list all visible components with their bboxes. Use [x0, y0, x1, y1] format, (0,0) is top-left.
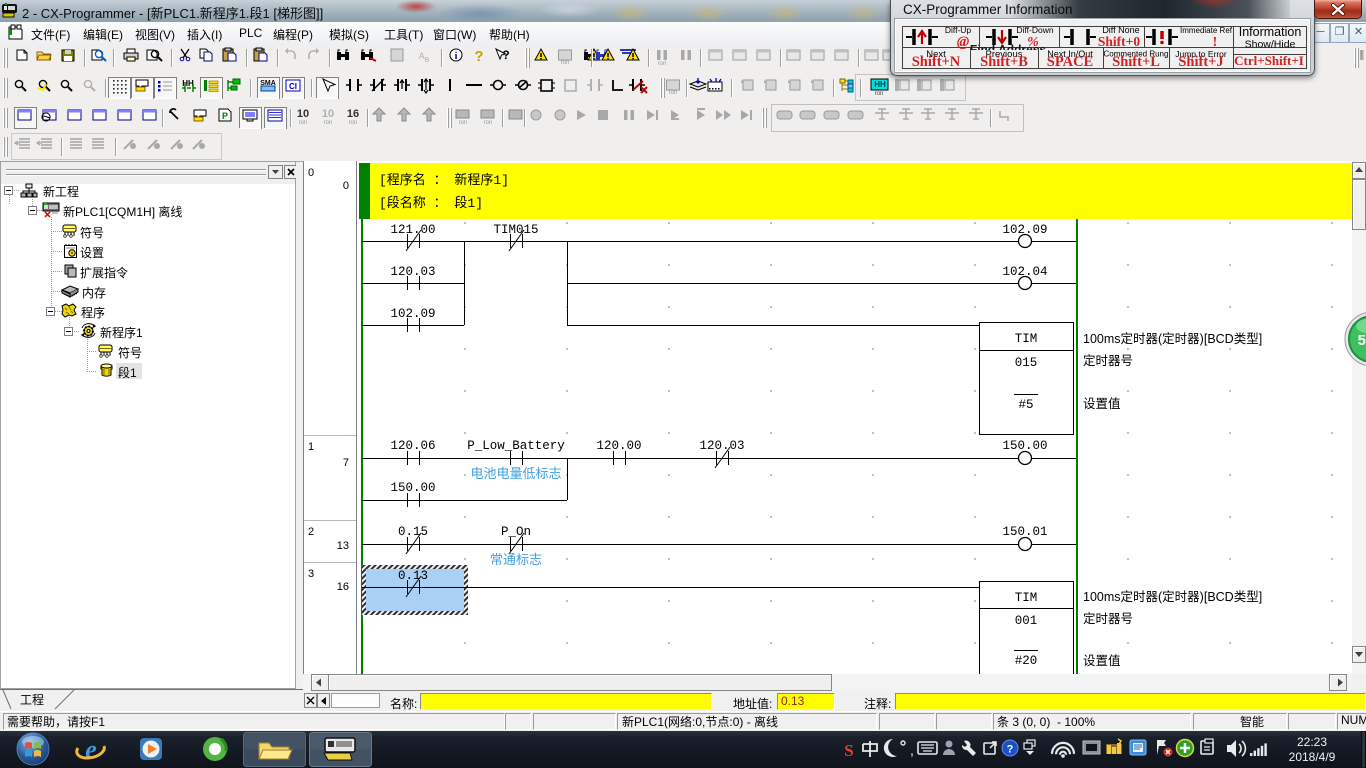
- svg-text:0: 0: [343, 180, 349, 192]
- svg-text:?: ?: [474, 48, 483, 65]
- svg-text:121.00: 121.00: [390, 223, 435, 237]
- svg-text:7: 7: [343, 457, 349, 469]
- svg-text:ron: ron: [875, 91, 884, 97]
- svg-text:Shift+J: Shift+J: [1178, 54, 1223, 70]
- svg-text:#20: #20: [1015, 654, 1038, 668]
- svg-text:ron: ron: [484, 120, 493, 126]
- svg-text:工程: 工程: [20, 692, 44, 707]
- svg-text:@: @: [957, 34, 970, 50]
- svg-text:102.09: 102.09: [390, 307, 435, 321]
- svg-text:SPACE: SPACE: [1047, 54, 1093, 70]
- svg-text:S: S: [844, 741, 853, 760]
- svg-text:120.06: 120.06: [390, 439, 435, 453]
- svg-text:Shift+B: Shift+B: [980, 54, 1028, 70]
- svg-text:定时器号: 定时器号: [1083, 353, 1133, 368]
- svg-text:102.09: 102.09: [1002, 223, 1047, 237]
- svg-text:3: 3: [308, 568, 314, 580]
- svg-text:TIM: TIM: [1015, 591, 1038, 605]
- svg-text:P_Low_Battery: P_Low_Battery: [467, 439, 565, 453]
- svg-text:22:23: 22:23: [1297, 735, 1327, 749]
- svg-text:150.00: 150.00: [390, 481, 435, 495]
- svg-text:Information: Information: [1239, 25, 1302, 39]
- svg-text:001: 001: [1015, 614, 1038, 628]
- svg-text:P: P: [222, 111, 228, 121]
- svg-text:ron: ron: [299, 120, 308, 126]
- svg-text:1: 1: [308, 441, 314, 453]
- svg-text:0: 0: [308, 167, 314, 179]
- svg-text:Immediate Ref: Immediate Ref: [1180, 26, 1233, 35]
- svg-text:120.03: 120.03: [699, 439, 744, 453]
- svg-text:100ms定时器(定时器)[BCD类型]: 100ms定时器(定时器)[BCD类型]: [1083, 589, 1262, 604]
- svg-text:[段名称 ： 段1]: [段名称 ： 段1]: [379, 195, 483, 211]
- svg-text:ron: ron: [459, 120, 468, 126]
- svg-text:2: 2: [308, 526, 314, 538]
- svg-text:设置值: 设置值: [1083, 396, 1121, 411]
- svg-text:2018/4/9: 2018/4/9: [1289, 750, 1336, 764]
- svg-text:Shift+0: Shift+0: [1098, 34, 1140, 49]
- svg-text:CI: CI: [289, 82, 297, 91]
- svg-text:Shift+L: Shift+L: [1112, 54, 1160, 70]
- svg-text:ron: ron: [324, 120, 333, 126]
- svg-text:0.13: 0.13: [398, 569, 428, 583]
- svg-text:HH: HH: [874, 80, 886, 89]
- svg-text:TIM015: TIM015: [493, 223, 538, 237]
- svg-text:ron: ron: [561, 60, 570, 66]
- svg-text:13: 13: [337, 540, 349, 552]
- svg-text:设置值: 设置值: [1083, 653, 1121, 668]
- svg-text:Show/Hide: Show/Hide: [1245, 39, 1296, 51]
- svg-text:#5: #5: [1018, 398, 1033, 412]
- svg-text:ron: ron: [349, 120, 358, 126]
- svg-text:Diff-Down: Diff-Down: [1016, 25, 1053, 35]
- svg-text:16: 16: [347, 108, 359, 120]
- svg-text:ron: ron: [669, 90, 678, 96]
- svg-text:150.01: 150.01: [1002, 525, 1047, 539]
- svg-text:Shift+N: Shift+N: [912, 54, 961, 70]
- svg-text:常通标志: 常通标志: [490, 552, 542, 567]
- svg-text:015: 015: [1015, 356, 1038, 370]
- svg-text:120.03: 120.03: [390, 265, 435, 279]
- svg-text:P_On: P_On: [501, 525, 531, 539]
- svg-text:,: ,: [910, 742, 914, 758]
- svg-text:10: 10: [322, 108, 334, 120]
- svg-text:[程序名 ： 新程序1]: [程序名 ： 新程序1]: [379, 172, 509, 188]
- svg-text:102.04: 102.04: [1002, 265, 1047, 279]
- svg-text:电池电量低标志: 电池电量低标志: [470, 466, 561, 481]
- svg-text:ron: ron: [658, 61, 667, 67]
- svg-text:i: i: [455, 51, 458, 62]
- svg-text:%: %: [1027, 35, 1039, 50]
- svg-text:e: e: [85, 735, 97, 764]
- svg-text:100ms定时器(定时器)[BCD类型]: 100ms定时器(定时器)[BCD类型]: [1083, 331, 1262, 346]
- svg-text:Ctrl+Shift+I: Ctrl+Shift+I: [1234, 53, 1304, 68]
- svg-text:AB: AB: [419, 51, 430, 64]
- svg-text:16: 16: [337, 581, 349, 593]
- svg-text:150.00: 150.00: [1002, 439, 1047, 453]
- svg-text:HH: HH: [182, 79, 194, 88]
- svg-text:0.15: 0.15: [398, 525, 428, 539]
- svg-text:53: 53: [1358, 332, 1366, 349]
- svg-text:?: ?: [502, 48, 509, 62]
- svg-text:?: ?: [1007, 744, 1014, 756]
- svg-text:定时器号: 定时器号: [1083, 611, 1133, 626]
- svg-text:!: !: [1213, 35, 1218, 50]
- svg-text:TIM: TIM: [1015, 332, 1038, 346]
- svg-text:10: 10: [297, 108, 309, 120]
- svg-text:120.00: 120.00: [596, 439, 641, 453]
